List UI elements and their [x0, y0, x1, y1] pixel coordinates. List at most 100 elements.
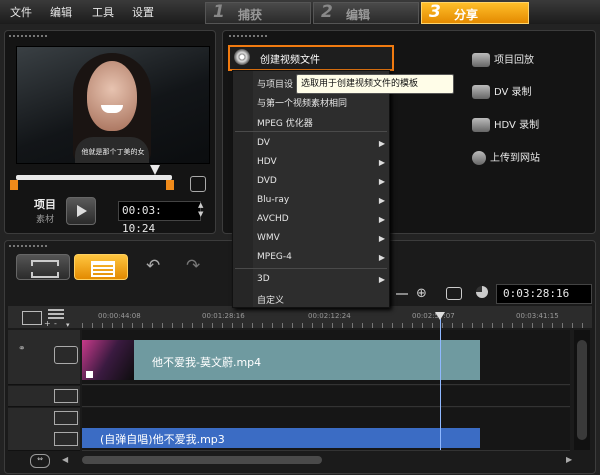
play-button[interactable] [66, 197, 96, 225]
step-number: 3 [429, 2, 441, 22]
hdv-record-button[interactable]: HDV 录制 [472, 116, 539, 132]
menu-item-same-as-first-clip[interactable]: 与第一个视频素材相同 [257, 96, 347, 109]
create-video-dropdown: 与项目设 与第一个视频素材相同 MPEG 优化器 DV ▶ HDV ▶ DVD ▶ B… [232, 70, 390, 308]
upload-web-button[interactable]: 上传到网站 [472, 149, 540, 165]
vertical-scrollbar[interactable] [574, 330, 590, 450]
step-capture-tab[interactable]: 1 捕获 [205, 2, 311, 24]
ruler-tick: 00:00:44:08 [98, 312, 141, 320]
camcorder-icon [472, 118, 490, 132]
timeline-view-button[interactable] [74, 254, 128, 280]
remove-track-button[interactable]: - [54, 319, 57, 328]
submenu-arrow-icon: ▶ [378, 215, 385, 224]
submenu-arrow-icon: ▶ [378, 177, 385, 186]
menu-item-custom[interactable]: 自定义 [257, 293, 284, 306]
dv-record-button[interactable]: DV 录制 [472, 83, 532, 99]
panel-grip[interactable] [228, 34, 268, 38]
preview-video: 他就是那个丁美的女 [16, 46, 210, 164]
title-track-icon [54, 411, 78, 425]
zoom-slider[interactable] [396, 293, 408, 295]
menu-item-same-as-project[interactable]: 与项目设 [257, 77, 293, 90]
dv-record-label: DV 录制 [494, 87, 532, 98]
video-frame-face [87, 61, 137, 131]
step-label: 捕获 [238, 8, 263, 22]
enlarge-preview-icon[interactable] [190, 176, 206, 192]
project-playback-label: 项目回放 [494, 55, 534, 66]
music-track-icon [54, 432, 78, 446]
scrub-playhead[interactable] [150, 165, 160, 175]
ruler-tick: 00:02:57:07 [412, 312, 455, 320]
menu-item-dv[interactable]: DV [257, 138, 270, 148]
video-clip-label: 他不爱我-莫文蔚.mp4 [152, 356, 262, 369]
audio-clip[interactable]: (自弹自唱)他不爱我.mp3 [82, 428, 480, 448]
video-clip-thumbnail [82, 340, 134, 380]
undo-icon[interactable]: ↶ [146, 256, 160, 276]
chevron-down-icon[interactable]: ▾ [66, 321, 70, 329]
trim-start-handle[interactable] [10, 180, 18, 190]
timeline-ruler[interactable]: 00:00:44:08 00:01:28:16 00:02:12:24 00:0… [82, 306, 592, 328]
redo-icon[interactable]: ↷ [186, 256, 200, 276]
mode-project-label[interactable]: 项目 [34, 196, 56, 212]
video-track-header[interactable]: ⚭ [8, 330, 80, 385]
menu-item-bluray[interactable]: Blu-ray [257, 195, 289, 205]
menu-file[interactable]: 文件 [10, 4, 32, 20]
menu-edit[interactable]: 编辑 [50, 4, 72, 20]
menu-item-dvd[interactable]: DVD [257, 176, 277, 186]
menu-item-hdv[interactable]: HDV [257, 157, 277, 167]
menu-item-mpeg4[interactable]: MPEG-4 [257, 252, 292, 262]
timeline-playhead[interactable] [435, 312, 445, 320]
step-edit-tab[interactable]: 2 编辑 [313, 2, 419, 24]
menu-gutter [233, 71, 253, 307]
project-playback-button[interactable]: 项目回放 [472, 51, 534, 67]
mode-clip-label[interactable]: 素材 [36, 212, 54, 225]
submenu-arrow-icon: ▶ [378, 234, 385, 243]
panel-grip[interactable] [8, 244, 48, 248]
film-reel-icon [234, 49, 250, 65]
vertical-scroll-thumb[interactable] [577, 340, 587, 440]
overlay-track[interactable] [82, 386, 570, 407]
horizontal-scrollbar[interactable] [82, 456, 322, 464]
menu-item-wmv[interactable]: WMV [257, 233, 280, 243]
submenu-arrow-icon: ▶ [378, 275, 385, 284]
scroll-right-icon[interactable]: ▶ [566, 455, 572, 464]
trim-end-handle[interactable] [166, 180, 174, 190]
audio-track-header[interactable] [8, 428, 80, 451]
add-track-button[interactable]: + [44, 319, 51, 328]
menu-settings[interactable]: 设置 [132, 4, 154, 20]
zoom-in-icon[interactable]: ⊕ [416, 286, 427, 301]
playback-icon [472, 53, 490, 67]
title-track-header[interactable] [8, 408, 80, 429]
fit-timeline-button[interactable]: ⇔ [30, 454, 50, 468]
video-subtitle: 他就是那个丁美的女 [81, 148, 145, 156]
menu-item-avchd[interactable]: AVCHD [257, 214, 289, 224]
menu-item-3d[interactable]: 3D [257, 274, 270, 284]
chapter-list-icon[interactable] [48, 309, 64, 319]
timecode-display[interactable]: 00:03: 10:24 [118, 201, 201, 235]
track-manager-icon[interactable] [22, 311, 42, 325]
submenu-arrow-icon: ▶ [378, 139, 385, 148]
track-manager: + - ▾ [8, 306, 82, 329]
step-number: 1 [213, 2, 225, 22]
clock-icon [476, 286, 488, 298]
menu-item-mpeg-optimizer[interactable]: MPEG 优化器 [257, 116, 313, 129]
fit-project-icon[interactable] [446, 287, 462, 300]
scrub-bar[interactable] [16, 175, 172, 180]
menu-bar: 文件 编辑 工具 设置 1 捕获 2 编辑 3 分享 [0, 0, 600, 24]
timeline-icon [91, 261, 115, 277]
create-video-file-button[interactable]: 创建视频文件 [228, 45, 394, 71]
overlay-track-icon [54, 389, 78, 403]
timecode-stepper[interactable]: ▲ ▼ [198, 201, 206, 219]
menu-tools[interactable]: 工具 [92, 4, 114, 20]
submenu-arrow-icon: ▶ [378, 196, 385, 205]
step-share-tab[interactable]: 3 分享 [421, 2, 529, 24]
step-label: 编辑 [346, 8, 371, 22]
storyboard-view-button[interactable] [16, 254, 70, 280]
video-clip[interactable]: 他不爱我-莫文蔚.mp4 [82, 340, 480, 380]
clip-badge-icon [86, 371, 93, 378]
ruler-tick: 00:03:41:15 [516, 312, 559, 320]
menu-separator [235, 131, 387, 132]
panel-grip[interactable] [8, 34, 48, 38]
scroll-left-icon[interactable]: ◀ [62, 455, 68, 464]
title-track[interactable] [82, 408, 570, 429]
overlay-track-header[interactable] [8, 386, 80, 407]
link-icon[interactable]: ⚭ [18, 344, 26, 354]
